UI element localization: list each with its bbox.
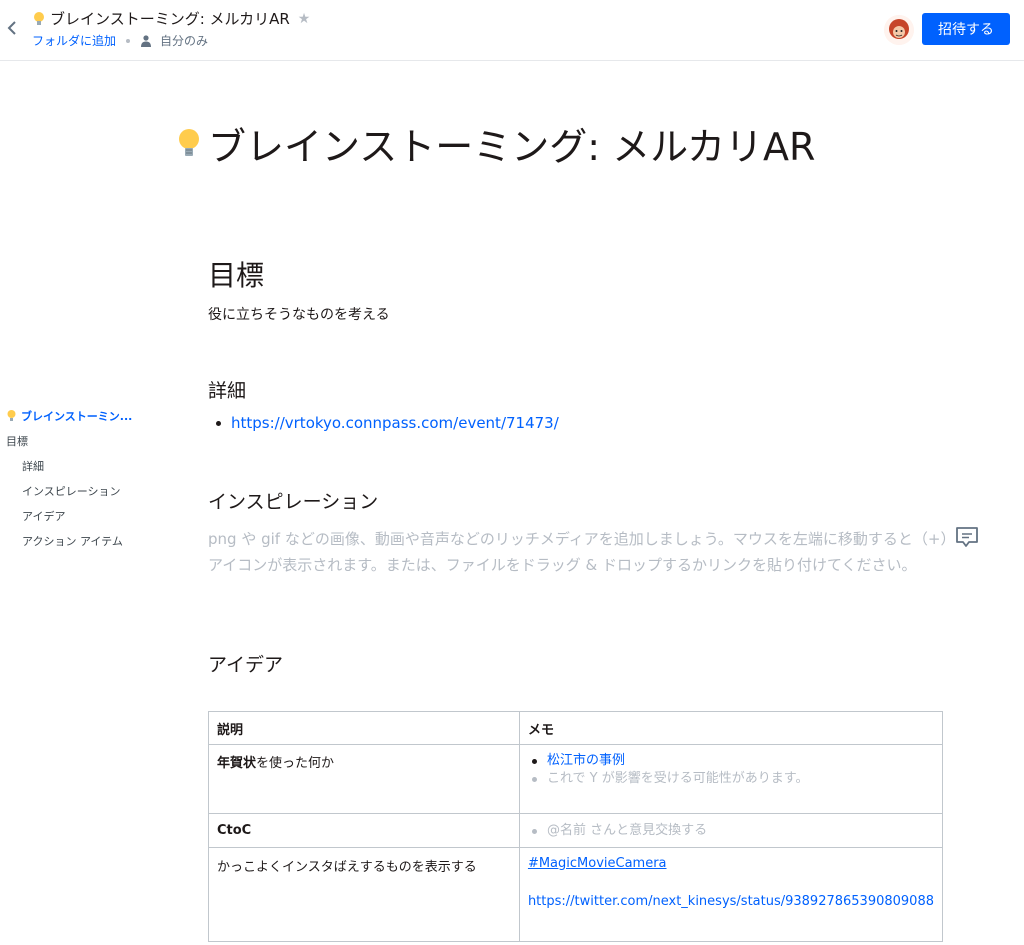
lightbulb-icon bbox=[34, 11, 44, 25]
cell-bold-text: 年賀状 bbox=[217, 756, 257, 771]
list-item: 松江市の事例 bbox=[528, 752, 934, 770]
bullet-dot bbox=[531, 777, 537, 782]
invite-button[interactable]: 招待する bbox=[922, 13, 1010, 45]
top-bar: ブレインストーミング: メルカリAR ★ フォルダに追加 自分のみ 招待する bbox=[0, 0, 1024, 61]
event-link[interactable]: https://vrtokyo.connpass.com/event/71473… bbox=[231, 414, 559, 432]
table-header-row: 説明 メモ bbox=[208, 711, 944, 745]
table-cell[interactable]: 年賀状を使った何か bbox=[208, 744, 520, 814]
cell-text: を使った何か bbox=[256, 756, 335, 771]
header-title-row: ブレインストーミング: メルカリAR ★ bbox=[32, 8, 310, 29]
toc-item-detail[interactable]: 詳細 bbox=[6, 453, 132, 478]
table-cell[interactable]: @名前 さんと意見交換する bbox=[518, 813, 944, 848]
inspiration-heading[interactable]: インスピレーション bbox=[208, 487, 378, 514]
visibility-label[interactable]: 自分のみ bbox=[160, 32, 208, 49]
avatar-image-icon bbox=[884, 15, 914, 45]
column-header-memo[interactable]: メモ bbox=[518, 711, 944, 745]
table-row: かっこよくインスタばえするものを表示する #MagicMovieCamera h… bbox=[208, 847, 944, 942]
memo-list: @名前 さんと意見交換する bbox=[528, 822, 934, 840]
header-meta-row: フォルダに追加 自分のみ bbox=[32, 32, 208, 49]
toc-item-goal[interactable]: 目標 bbox=[6, 428, 132, 453]
hashtag-link[interactable]: #MagicMovieCamera bbox=[528, 856, 667, 871]
memo-placeholder-text: @名前 さんと意見交換する bbox=[546, 822, 708, 838]
toc-item-idea[interactable]: アイデア bbox=[6, 503, 132, 528]
table-cell[interactable]: CtoC bbox=[208, 813, 520, 848]
goal-text[interactable]: 役に立ちそうなものを考える bbox=[208, 304, 390, 324]
list-item: @名前 さんと意見交換する bbox=[528, 822, 934, 840]
inspiration-placeholder[interactable]: png や gif などの画像、動画や音声などのリッチメディアを追加しましょう。… bbox=[208, 526, 948, 578]
memo-list: 松江市の事例 これで Y が影響を受ける可能性があります。 bbox=[528, 752, 934, 788]
table-cell[interactable]: #MagicMovieCamera https://twitter.com/ne… bbox=[518, 847, 944, 942]
table-of-contents: ブレインストーミン... 目標 詳細 インスピレーション アイデア アクション … bbox=[6, 403, 132, 553]
toc-item-label: ブレインストーミン... bbox=[21, 409, 133, 423]
idea-table: 説明 メモ 年賀状を使った何か 松江市の事例 これで Y が影響を受ける可能性が… bbox=[208, 711, 944, 942]
lightbulb-icon bbox=[179, 128, 199, 156]
detail-list: https://vrtokyo.connpass.com/event/71473… bbox=[216, 414, 559, 432]
meta-separator-dot bbox=[126, 38, 131, 43]
bullet-dot bbox=[531, 828, 537, 834]
twitter-link[interactable]: https://twitter.com/next_kinesys/status/… bbox=[528, 891, 934, 912]
back-chevron-icon[interactable] bbox=[4, 18, 20, 38]
table-row: CtoC @名前 さんと意見交換する bbox=[208, 813, 944, 848]
add-to-folder-link[interactable]: フォルダに追加 bbox=[32, 32, 116, 49]
document-title-row: ブレインストーミング: メルカリAR bbox=[176, 116, 815, 171]
toc-item-title[interactable]: ブレインストーミン... bbox=[6, 403, 132, 428]
cell-bold-text: CtoC bbox=[217, 823, 252, 838]
memo-placeholder-text: これで Y が影響を受ける可能性があります。 bbox=[546, 771, 809, 786]
detail-heading[interactable]: 詳細 bbox=[208, 376, 246, 403]
bullet-dot bbox=[531, 759, 537, 764]
toc-item-action-items[interactable]: アクション アイテム bbox=[6, 528, 132, 553]
table-row: 年賀状を使った何か 松江市の事例 これで Y が影響を受ける可能性があります。 bbox=[208, 744, 944, 814]
avatar[interactable] bbox=[884, 15, 914, 45]
matsue-case-link[interactable]: 松江市の事例 bbox=[547, 752, 625, 770]
comment-icon[interactable] bbox=[954, 525, 980, 551]
lightbulb-icon bbox=[7, 409, 16, 421]
person-icon bbox=[141, 34, 152, 47]
star-icon[interactable]: ★ bbox=[298, 11, 311, 27]
toc-item-inspiration[interactable]: インスピレーション bbox=[6, 478, 132, 503]
table-cell[interactable]: かっこよくインスタばえするものを表示する bbox=[208, 847, 520, 942]
list-item: https://vrtokyo.connpass.com/event/71473… bbox=[216, 414, 559, 432]
document-title[interactable]: ブレインストーミング: メルカリAR bbox=[208, 116, 815, 171]
list-item: これで Y が影響を受ける可能性があります。 bbox=[528, 770, 934, 788]
idea-heading[interactable]: アイデア bbox=[208, 650, 283, 677]
column-header-description[interactable]: 説明 bbox=[208, 711, 520, 745]
bullet-dot bbox=[216, 420, 221, 426]
table-cell[interactable]: 松江市の事例 これで Y が影響を受ける可能性があります。 bbox=[518, 744, 944, 814]
goal-heading[interactable]: 目標 bbox=[208, 254, 264, 294]
header-doc-title[interactable]: ブレインストーミング: メルカリAR bbox=[50, 8, 290, 29]
